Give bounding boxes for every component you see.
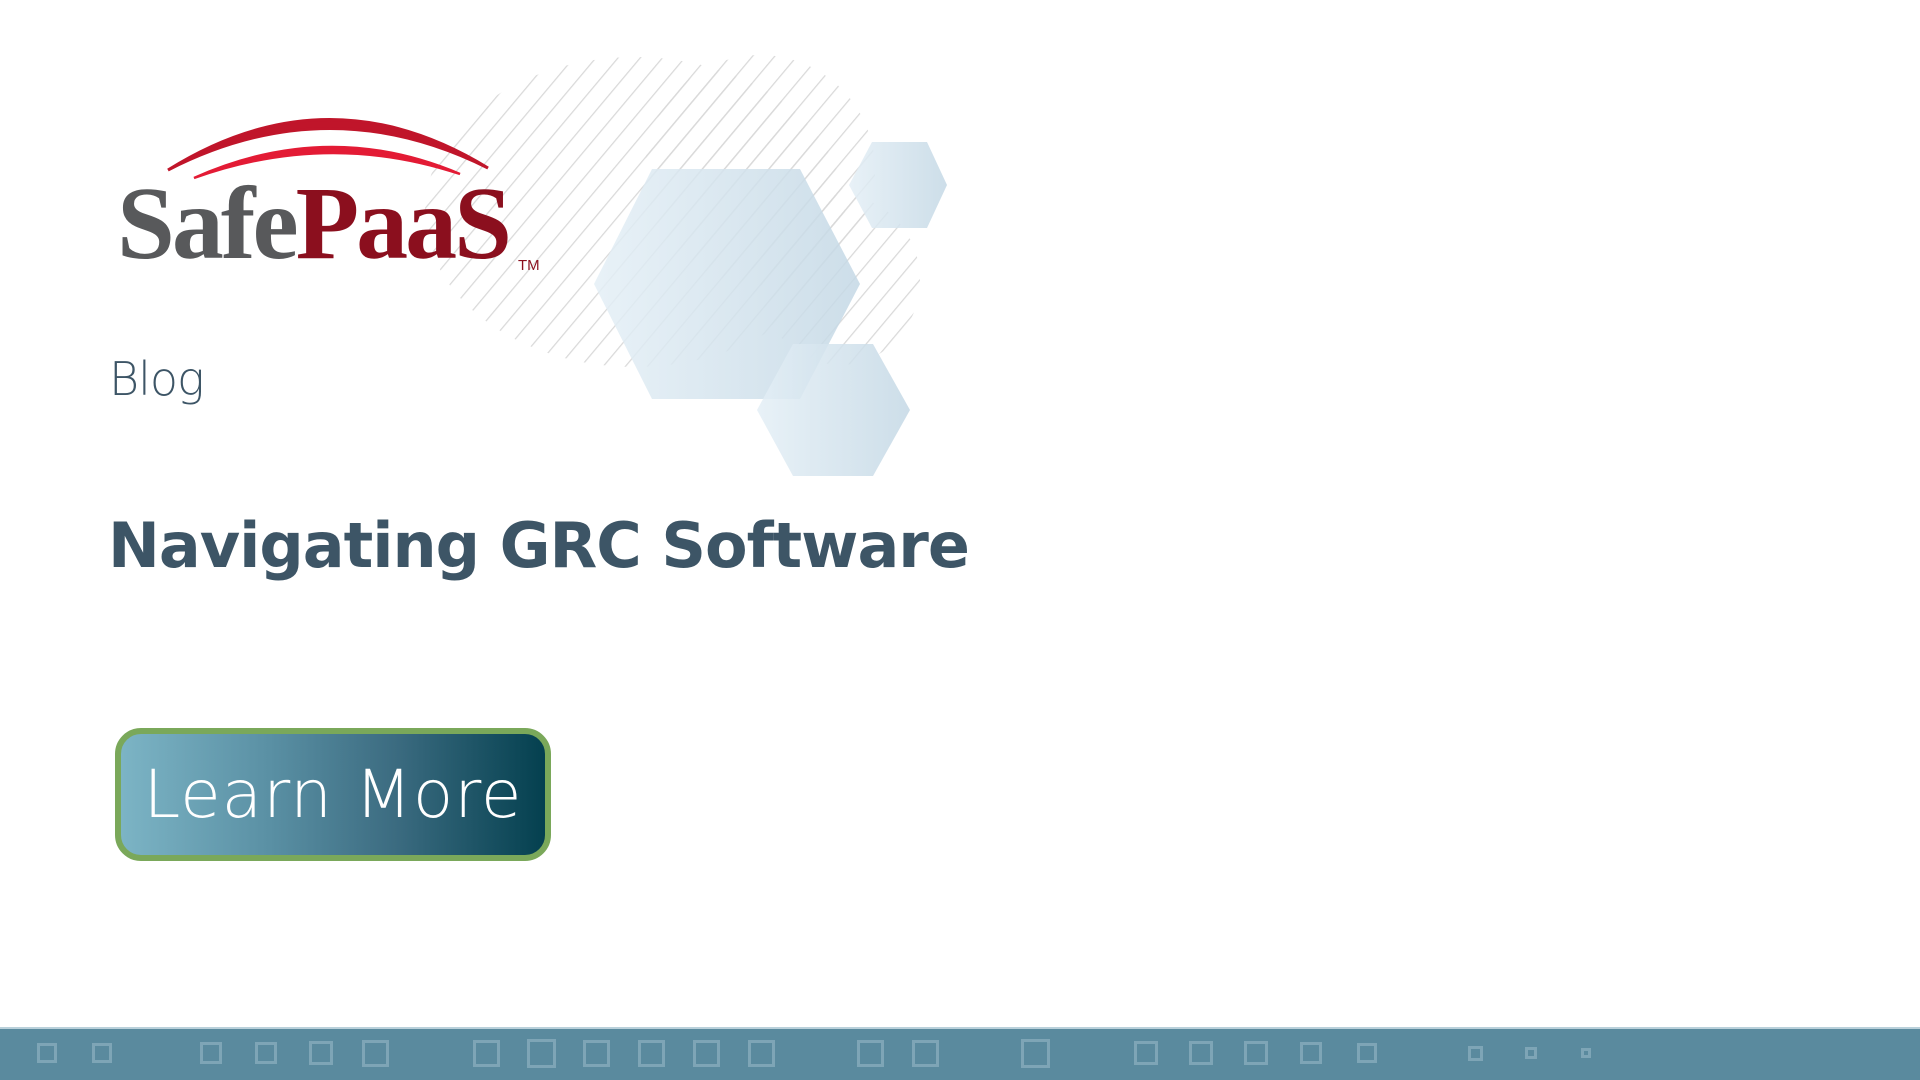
logo-text-safe: Safe (117, 166, 299, 281)
square-outline-icon (36, 1043, 57, 1063)
square-outline-icon (254, 1042, 277, 1064)
page-title: Navigating GRC Software (108, 509, 970, 582)
square-outline-icon (91, 1043, 112, 1063)
square-outline-icon (748, 1039, 776, 1067)
square-outline-icon (1189, 1041, 1214, 1065)
square-outline-icon (1134, 1041, 1159, 1065)
square-outline-icon (912, 1039, 940, 1067)
square-outline-icon (693, 1039, 721, 1067)
square-outline-icon (308, 1041, 333, 1065)
square-outline-icon (637, 1039, 665, 1067)
learn-more-button[interactable]: Learn More (115, 728, 551, 861)
square-outline-icon (1580, 1048, 1591, 1058)
trademark-symbol: TM (518, 257, 540, 274)
safepaas-logo: SafePaaS (117, 172, 512, 276)
square-outline-icon (1021, 1038, 1051, 1068)
square-outline-icon (1524, 1047, 1537, 1059)
square-outline-icon (526, 1038, 556, 1068)
square-outline-icon (1468, 1045, 1484, 1061)
logo-text-paas: PaaS (295, 166, 512, 281)
square-outline-icon (362, 1039, 390, 1067)
square-outline-icon (1300, 1042, 1323, 1064)
footer-band (0, 1027, 1920, 1080)
learn-more-label: Learn More (143, 755, 523, 833)
square-outline-icon (582, 1039, 610, 1067)
square-outline-icon (199, 1042, 222, 1064)
square-outline-icon (472, 1039, 500, 1067)
square-outline-icon (1244, 1041, 1269, 1065)
square-outline-icon (1356, 1043, 1377, 1063)
category-label: Blog (109, 352, 205, 406)
square-outline-icon (857, 1039, 885, 1067)
